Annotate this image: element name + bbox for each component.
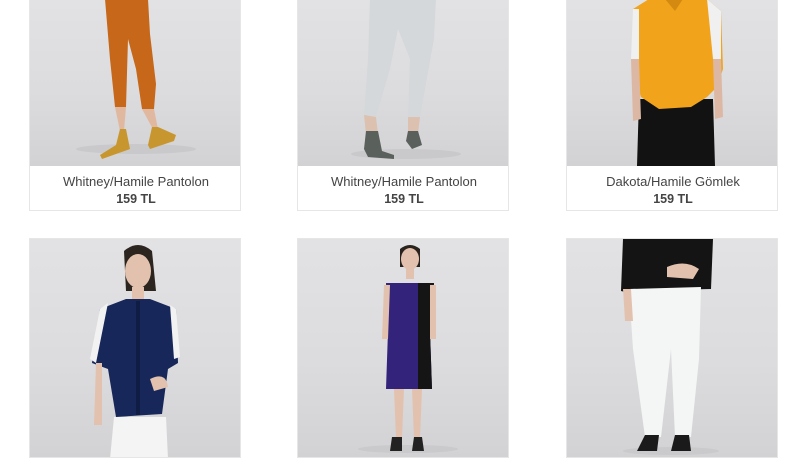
product-card[interactable] [29,238,241,458]
product-image[interactable] [298,239,508,457]
white-pants-photo [621,239,719,455]
product-card[interactable]: Dakota/Hamile Gömlek 159 TL [566,0,778,211]
product-card[interactable] [297,238,509,458]
light-grey-pants-photo [351,0,461,159]
product-name[interactable]: Dakota/Hamile Gömlek [567,174,777,190]
product-image[interactable] [30,239,240,457]
product-name[interactable]: Whitney/Hamile Pantolon [298,174,508,190]
purple-dress-photo [358,245,458,453]
product-image[interactable] [567,239,777,457]
orange-pants-photo [76,0,196,159]
product-card[interactable]: Whitney/Hamile Pantolon 159 TL [297,0,509,211]
product-image[interactable] [298,0,508,166]
navy-shirt-photo [90,245,180,457]
product-image[interactable] [30,0,240,166]
product-card[interactable] [566,238,778,458]
product-image[interactable] [567,0,777,166]
product-price: 159 TL [116,192,156,206]
product-price: 159 TL [384,192,424,206]
product-price: 159 TL [653,192,693,206]
product-name[interactable]: Whitney/Hamile Pantolon [30,174,240,190]
yellow-shirt-photo [631,0,723,166]
product-card[interactable]: Whitney/Hamile Pantolon 159 TL [29,0,241,211]
